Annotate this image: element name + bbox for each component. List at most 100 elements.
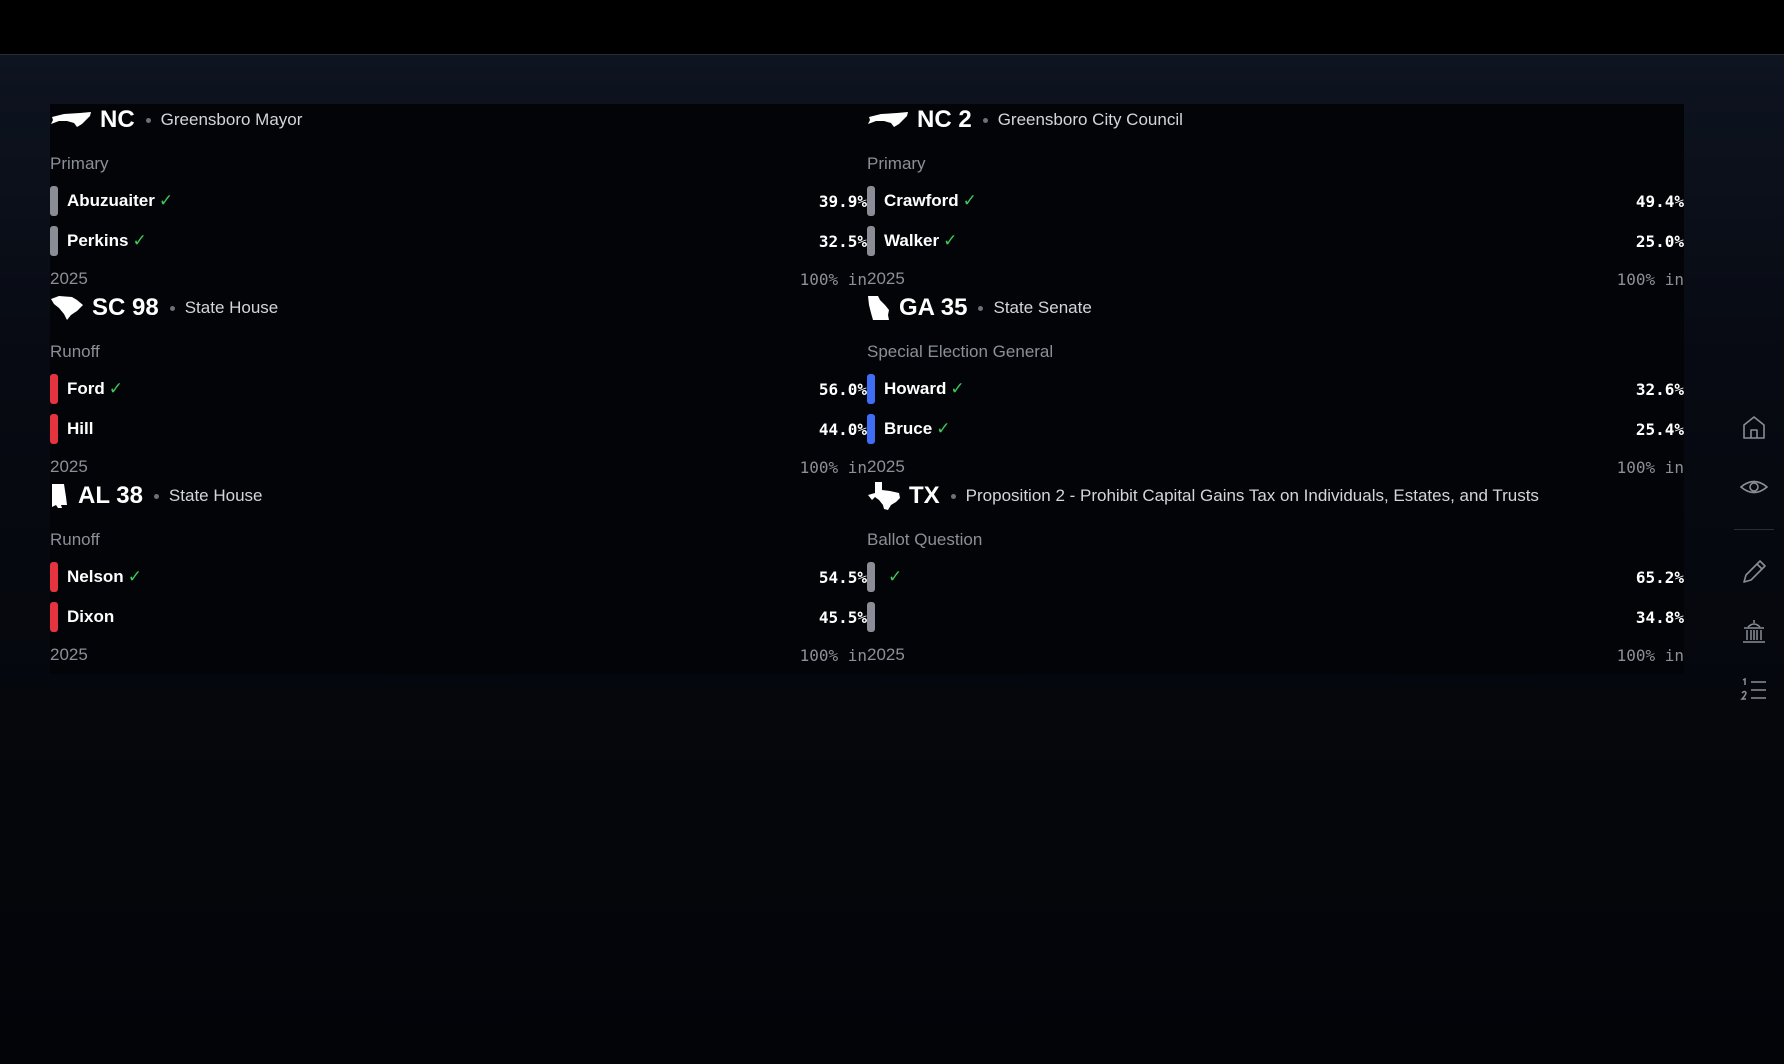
candidate-row: Ford ✓ 56.0%	[50, 374, 867, 404]
race-results-panel: NC Greensboro Mayor Primary Abuzuaiter ✓ …	[50, 104, 1684, 674]
reporting-status: 100% in	[799, 458, 867, 477]
eye-icon[interactable]	[1734, 467, 1774, 507]
party-color-bar	[867, 414, 875, 444]
race-office: Proposition 2 - Prohibit Capital Gains T…	[965, 486, 1539, 505]
party-color-bar	[50, 374, 58, 404]
top-bar	[0, 0, 1784, 55]
separator-dot	[978, 305, 984, 311]
winner-check-icon: ✓	[962, 191, 977, 210]
race-card-sc98-state-house[interactable]: SC 98 State House Runoff Ford ✓ 56.0% Hil…	[50, 292, 867, 478]
candidate-row: Hill 44.0%	[50, 414, 867, 444]
race-code: TX	[909, 482, 940, 509]
election-year: 2025	[867, 269, 905, 288]
race-office: State Senate	[993, 298, 1092, 317]
race-code: AL 38	[78, 482, 143, 509]
vote-percentage: 65.2%	[1635, 568, 1684, 587]
election-year: 2025	[867, 457, 905, 476]
race-header: AL 38 State House	[50, 480, 262, 512]
candidate-row: Abuzuaiter ✓ 39.9%	[50, 186, 867, 216]
winner-check-icon: ✓	[936, 419, 951, 438]
race-card-ga35-state-senate[interactable]: GA 35 State Senate Special Election Gene…	[867, 292, 1684, 478]
election-year: 2025	[867, 645, 905, 664]
party-color-bar	[50, 602, 58, 632]
home-icon[interactable]	[1734, 407, 1774, 447]
reporting-status: 100% in	[1616, 646, 1684, 665]
candidate-name: Hill	[67, 419, 94, 438]
pencil-icon[interactable]	[1734, 552, 1774, 592]
numbered-list-icon[interactable]	[1734, 670, 1774, 710]
race-code: NC 2	[917, 106, 972, 133]
sidebar-divider	[1734, 529, 1774, 530]
reporting-status: 100% in	[799, 646, 867, 665]
candidate-name: Perkins	[67, 231, 129, 250]
north-carolina-shape-icon	[867, 111, 909, 129]
vote-percentage: 39.9%	[818, 192, 867, 211]
party-color-bar	[867, 374, 875, 404]
race-footer: 2025 100% in	[50, 269, 867, 289]
candidate-row: Perkins ✓ 32.5%	[50, 226, 867, 256]
candidate-name: Abuzuaiter	[67, 191, 155, 210]
race-header: NC 2 Greensboro City Council	[867, 104, 1183, 136]
election-year: 2025	[50, 645, 88, 664]
race-office: State House	[184, 298, 279, 317]
separator-dot	[153, 493, 159, 499]
vote-percentage: 44.0%	[818, 420, 867, 439]
capitol-building-icon[interactable]	[1734, 612, 1774, 652]
north-carolina-shape-icon	[50, 111, 92, 129]
candidate-name: Nelson	[67, 567, 124, 586]
candidate-name: Bruce	[884, 419, 933, 438]
race-card-nc-greensboro-mayor[interactable]: NC Greensboro Mayor Primary Abuzuaiter ✓ …	[50, 104, 867, 290]
race-card-tx-proposition-2[interactable]: TX Proposition 2 - Prohibit Capital Gain…	[867, 480, 1684, 666]
vote-percentage: 56.0%	[818, 380, 867, 399]
candidate-row: Nelson ✓ 54.5%	[50, 562, 867, 592]
race-card-nc2-greensboro-city-council[interactable]: NC 2 Greensboro City Council Primary Cra…	[867, 104, 1684, 290]
vote-percentage: 54.5%	[818, 568, 867, 587]
vote-percentage: 32.5%	[818, 232, 867, 251]
separator-dot	[169, 305, 175, 311]
party-color-bar	[867, 226, 875, 256]
winner-check-icon: ✓	[108, 379, 124, 398]
alabama-shape-icon	[50, 483, 70, 509]
candidate-row: Bruce ✓ 25.4%	[867, 414, 1684, 444]
race-code: GA 35	[899, 294, 968, 321]
vote-percentage: 25.4%	[1635, 420, 1684, 439]
vote-percentage: 32.6%	[1635, 380, 1684, 399]
election-type: Primary	[867, 154, 926, 173]
race-footer: 2025 100% in	[50, 645, 867, 665]
race-code: NC	[100, 106, 135, 133]
candidate-name: Crawford	[884, 191, 959, 210]
winner-check-icon: ✓	[943, 231, 958, 250]
race-footer: 2025 100% in	[50, 457, 867, 477]
election-type: Special Election General	[867, 342, 1054, 361]
candidate-row: Dixon 45.5%	[50, 602, 867, 632]
election-type: Ballot Question	[867, 530, 983, 549]
race-office: Greensboro Mayor	[160, 110, 303, 129]
election-year: 2025	[50, 269, 88, 288]
race-header: TX Proposition 2 - Prohibit Capital Gain…	[867, 480, 1539, 512]
separator-dot	[950, 493, 956, 499]
vote-percentage: 25.0%	[1635, 232, 1684, 251]
separator-dot	[982, 117, 988, 123]
race-code: SC 98	[92, 294, 159, 321]
race-office: Greensboro City Council	[997, 110, 1183, 129]
race-card-al38-state-house[interactable]: AL 38 State House Runoff Nelson ✓ 54.5% D…	[50, 480, 867, 666]
race-footer: 2025 100% in	[867, 457, 1684, 477]
winner-check-icon: ✓	[127, 567, 142, 586]
party-color-bar	[867, 602, 875, 632]
party-color-bar	[50, 562, 58, 592]
winner-check-icon: ✓	[158, 191, 174, 210]
race-footer: 2025 100% in	[867, 269, 1684, 289]
party-color-bar	[50, 186, 58, 216]
candidate-name: Ford	[67, 379, 105, 398]
candidate-name: Walker	[884, 231, 940, 250]
winner-check-icon: ✓	[132, 231, 147, 250]
winner-check-icon: ✓	[950, 379, 965, 398]
candidate-row: Crawford ✓ 49.4%	[867, 186, 1684, 216]
race-footer: 2025 100% in	[867, 645, 1684, 665]
georgia-shape-icon	[867, 295, 891, 321]
race-header: SC 98 State House	[50, 292, 278, 324]
election-type: Primary	[50, 154, 109, 173]
south-carolina-shape-icon	[50, 295, 84, 321]
party-color-bar	[50, 226, 58, 256]
party-color-bar	[867, 186, 875, 216]
